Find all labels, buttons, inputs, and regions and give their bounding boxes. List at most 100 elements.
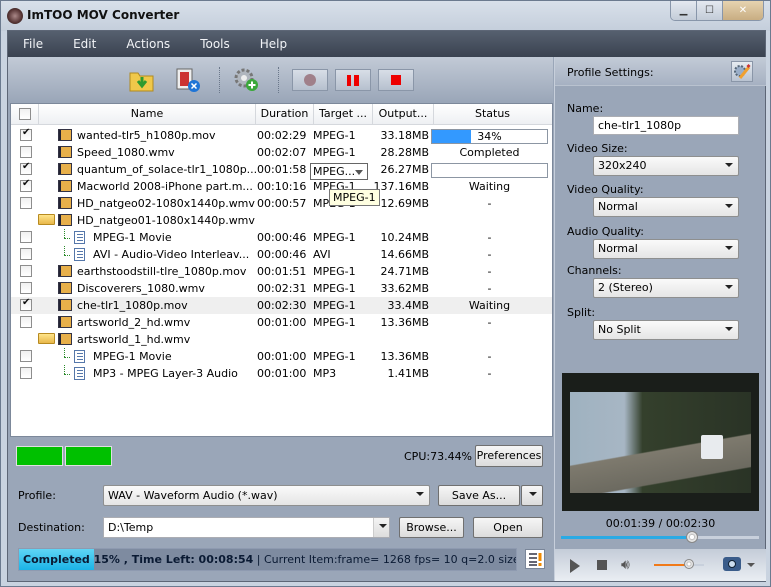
preferences-button[interactable]: Preferences	[475, 445, 543, 467]
table-row[interactable]: Discoverers_1080.wmv 00:02:31 MPEG-1 33.62M…	[11, 280, 552, 297]
table-row[interactable]: MPEG-1 Movie 00:01:00 MPEG-1 13.36MB -	[11, 348, 552, 365]
menu-help[interactable]: Help	[245, 37, 287, 51]
stop-playback-icon[interactable]	[597, 560, 607, 570]
row-name: MPEG-1 Movie	[93, 350, 172, 363]
video-size-select[interactable]: 320x240	[593, 156, 739, 176]
add-files-button[interactable]	[128, 67, 156, 93]
row-checkbox[interactable]	[20, 231, 32, 243]
destination-value: D:\Temp	[108, 521, 154, 534]
record-button[interactable]	[292, 69, 328, 91]
menu-tools[interactable]: Tools	[185, 37, 230, 51]
row-checkbox[interactable]	[20, 161, 32, 175]
chevron-down-icon	[529, 492, 537, 496]
snapshot-button[interactable]	[723, 557, 741, 571]
row-checkbox[interactable]	[20, 248, 32, 260]
row-checkbox[interactable]	[20, 282, 32, 294]
play-icon[interactable]	[570, 559, 580, 573]
profile-settings-title: Profile Settings:	[567, 66, 654, 79]
column-name[interactable]: Name	[39, 104, 256, 124]
volume-icon[interactable]: 🔊︎	[621, 557, 630, 573]
chevron-down-icon	[379, 524, 387, 528]
seek-bar[interactable]	[561, 531, 759, 543]
add-profile-button[interactable]	[232, 67, 260, 93]
video-preview	[562, 373, 759, 511]
table-row[interactable]: AVI - Audio-Video Interleav... 00:00:46 AV…	[11, 246, 552, 263]
table-row[interactable]: MPEG-1 Movie 00:00:46 MPEG-1 10.24MB -	[11, 229, 552, 246]
chevron-down-icon	[355, 170, 363, 175]
video-quality-select[interactable]: Normal	[593, 197, 739, 217]
seek-handle[interactable]	[685, 531, 698, 543]
table-row[interactable]: quantum_of_solace-tlr1_1080p...00:01:58 M…	[11, 161, 552, 180]
video-file-icon	[58, 129, 72, 141]
save-as-button[interactable]: Save As...	[438, 485, 520, 506]
channels-select[interactable]: 2 (Stereo)	[593, 278, 739, 298]
volume-slider[interactable]	[654, 559, 704, 569]
column-target[interactable]: Target ...	[314, 104, 373, 124]
select-all-checkbox[interactable]	[18, 108, 31, 120]
volume-handle[interactable]	[684, 559, 694, 569]
folder-icon[interactable]	[38, 214, 55, 225]
table-row[interactable]: earthstoodstill-tlre_1080p.mov 00:01:51 MP…	[11, 263, 552, 280]
tree-branch	[64, 255, 70, 256]
table-row[interactable]: Macworld 2008-iPhone part.m...00:10:16MP…	[11, 178, 552, 195]
destination-input[interactable]: D:\Temp	[103, 517, 390, 538]
table-row[interactable]: artsworld_2_hd.wmv 00:01:00 MPEG-1 13.36MB -	[11, 314, 552, 331]
split-value: No Split	[598, 323, 641, 336]
log-button[interactable]	[525, 549, 545, 569]
menu-edit[interactable]: Edit	[58, 37, 96, 51]
column-output[interactable]: Output...	[373, 104, 434, 124]
app-window: ImTOO MOV Converter ▁ ☐ ✕ File Edit Acti…	[0, 0, 771, 587]
edit-settings-button[interactable]	[731, 61, 753, 82]
pause-button[interactable]	[335, 69, 371, 91]
list-header: Name Duration Target ... Output... Statu…	[11, 104, 552, 125]
menu-actions[interactable]: Actions	[111, 37, 170, 51]
save-as-dropdown-button[interactable]	[521, 485, 543, 506]
row-output-size: 12.69MB	[380, 197, 429, 210]
row-checkbox[interactable]	[20, 197, 32, 209]
profile-document-icon	[74, 248, 85, 261]
row-checkbox[interactable]	[20, 265, 32, 277]
menu-file[interactable]: File	[8, 37, 43, 51]
table-row[interactable]: Speed_1080.wmv 00:02:07 MPEG-1 28.28MB Compl…	[11, 144, 552, 161]
row-output-size: 24.71MB	[380, 265, 429, 278]
profile-name-input[interactable]: che-tlr1_1080p	[593, 116, 739, 135]
group-row[interactable]: artsworld_1_hd.wmv	[11, 331, 552, 348]
row-checkbox[interactable]	[20, 146, 32, 158]
open-button[interactable]: Open	[473, 517, 543, 538]
audio-quality-select[interactable]: Normal	[593, 239, 739, 259]
minimize-button[interactable]: ▁	[671, 1, 697, 20]
row-checkbox[interactable]	[20, 350, 32, 362]
group-row[interactable]: HD_natgeo01-1080x1440p.wmv	[11, 212, 552, 229]
chevron-down-icon	[416, 492, 424, 496]
row-status: -	[487, 367, 492, 380]
maximize-button[interactable]: ☐	[697, 1, 723, 20]
column-duration[interactable]: Duration	[256, 104, 314, 124]
split-select[interactable]: No Split	[593, 320, 739, 340]
profile-select[interactable]: WAV - Waveform Audio (*.wav)	[103, 485, 430, 506]
table-row[interactable]: che-tlr1_1080p.mov 00:02:30 MPEG-1 33.4MB Wa…	[11, 297, 552, 314]
close-button[interactable]: ✕	[723, 1, 763, 20]
destination-history-dropdown[interactable]	[373, 518, 389, 537]
edit-settings-icon	[734, 63, 751, 79]
snapshot-options-icon[interactable]	[747, 563, 755, 567]
browse-button[interactable]: Browse...	[399, 517, 464, 538]
stop-button[interactable]	[378, 69, 414, 91]
row-checkbox[interactable]	[20, 316, 32, 328]
row-checkbox[interactable]	[20, 178, 32, 192]
table-row[interactable]: wanted-tlr5_h1080p.mov 00:02:29 MPEG-1 33.1…	[11, 127, 552, 144]
playback-time: 00:01:39 / 00:02:30	[605, 517, 716, 530]
preview-frame	[570, 392, 751, 493]
row-checkbox[interactable]	[20, 297, 32, 311]
row-duration: 00:02:29	[257, 129, 307, 142]
column-status[interactable]: Status	[434, 104, 551, 124]
select-all-cell	[11, 104, 39, 124]
row-output-size: 33.62MB	[380, 282, 429, 295]
row-checkbox[interactable]	[20, 127, 32, 141]
video-file-icon	[58, 197, 72, 209]
remove-button[interactable]	[174, 67, 202, 93]
table-row[interactable]: HD_natgeo02-1080x1440p.wmv00:00:57MPEG-1…	[11, 195, 552, 212]
cpu-usage-label: CPU:73.44%	[404, 450, 473, 463]
folder-icon[interactable]	[38, 333, 55, 344]
table-row[interactable]: MP3 - MPEG Layer-3 Audio 00:01:00 MP3 1.41M…	[11, 365, 552, 382]
row-checkbox[interactable]	[20, 367, 32, 379]
